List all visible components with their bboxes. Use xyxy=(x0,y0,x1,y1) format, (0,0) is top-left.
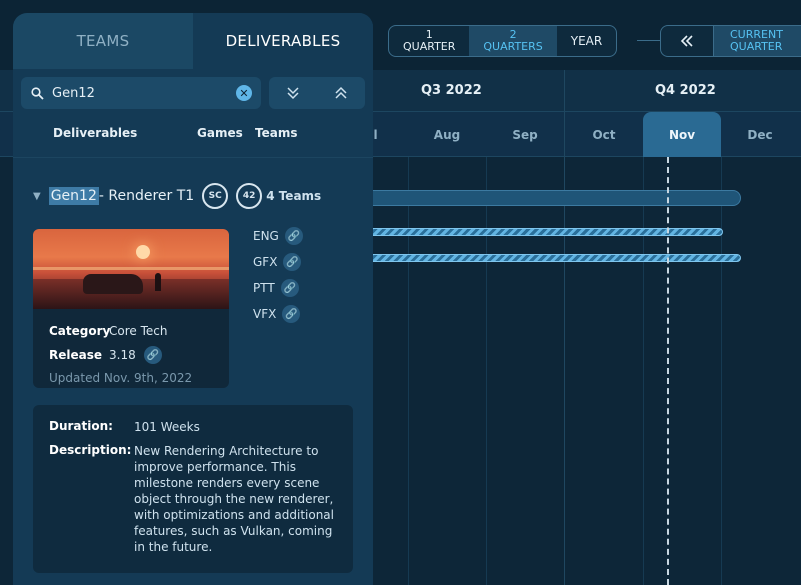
category-value: Core Tech xyxy=(109,324,168,338)
team-link-icon[interactable]: 🔗 xyxy=(280,279,299,297)
time-scale-selector: 1 QUARTER 2 QUARTERS YEAR xyxy=(388,25,618,57)
release-value: 3.18 xyxy=(109,348,136,362)
team-list: ENG 🔗 GFX 🔗 PTT 🔗 VFX 🔗 xyxy=(253,223,303,327)
double-chevron-left-icon xyxy=(680,35,693,47)
month-divider xyxy=(486,157,487,585)
expand-all-button[interactable] xyxy=(269,77,317,109)
month-divider xyxy=(643,157,644,585)
column-header-games[interactable]: Games xyxy=(197,126,243,140)
star-citizen-logo-icon: SC xyxy=(202,183,229,209)
deliverable-title-highlight: Gen12 xyxy=(48,187,99,205)
collapse-all-button[interactable] xyxy=(317,77,365,109)
search-icon xyxy=(31,86,44,100)
team-link-icon[interactable]: 🔗 xyxy=(283,253,302,271)
scale-year-label: YEAR xyxy=(570,34,603,48)
release-label: Release xyxy=(49,348,103,362)
team-bar-gfx[interactable] xyxy=(360,254,741,262)
search-input[interactable]: Gen12 ✕ xyxy=(21,77,261,109)
team-item-ptt: PTT 🔗 xyxy=(253,275,303,301)
scale-year-button[interactable]: YEAR xyxy=(557,26,616,56)
expand-collapse-controls xyxy=(269,77,365,109)
previous-period-button[interactable] xyxy=(661,26,714,56)
scale-2-quarters-button[interactable]: 2 QUARTERS xyxy=(469,26,557,56)
duration-value: 101 Weeks xyxy=(134,420,200,434)
tab-deliverables[interactable]: DELIVERABLES xyxy=(193,13,373,69)
deliverable-image xyxy=(33,229,229,309)
search-value: Gen12 xyxy=(52,85,95,101)
scale-1-quarter-label: QUARTER xyxy=(403,40,456,53)
category-label: Category xyxy=(49,324,111,338)
category-row: Category Core Tech xyxy=(49,319,213,343)
month-dec: Dec xyxy=(747,127,773,142)
deliverable-card: Category Core Tech Release 3.18 🔗 Update… xyxy=(33,229,229,388)
today-marker xyxy=(667,157,669,585)
divider xyxy=(13,157,373,158)
release-link-icon[interactable]: 🔗 xyxy=(143,346,162,364)
deliverable-title: - Renderer T1 xyxy=(98,188,195,204)
month-oct: Oct xyxy=(592,127,616,142)
team-item-vfx: VFX 🔗 xyxy=(253,301,303,327)
deliverables-panel: TEAMS DELIVERABLES Gen12 ✕ Deliverables … xyxy=(13,13,373,585)
team-label-gfx: GFX xyxy=(253,255,278,269)
teams-count: 4 Teams xyxy=(266,189,322,203)
description-row: Description: New Rendering Architecture … xyxy=(49,443,337,555)
squadron-42-logo-icon: 42 xyxy=(236,183,263,209)
month-divider xyxy=(408,157,409,585)
month-sep: Sep xyxy=(512,127,538,142)
clear-search-icon[interactable]: ✕ xyxy=(236,85,252,101)
description-label: Description: xyxy=(49,443,132,457)
team-label-eng: ENG xyxy=(253,229,279,243)
control-connector xyxy=(637,40,661,41)
team-link-icon[interactable]: 🔗 xyxy=(282,305,301,323)
deliverable-title-row[interactable]: ▼ Gen12 - Renderer T1 SC 42 4 Teams xyxy=(33,183,321,209)
scale-1-quarter-button[interactable]: 1 QUARTER xyxy=(389,26,469,56)
deliverable-details: Duration: 101 Weeks Description: New Ren… xyxy=(33,405,353,573)
quarter-label-q3: Q3 2022 xyxy=(421,83,482,98)
current-quarter-button[interactable]: CURRENT QUARTER xyxy=(714,26,801,56)
updated-date: Updated Nov. 9th, 2022 xyxy=(49,371,193,385)
team-link-icon[interactable]: 🔗 xyxy=(284,227,303,245)
column-header-deliverables[interactable]: Deliverables xyxy=(53,126,137,140)
duration-row: Duration: 101 Weeks xyxy=(49,419,337,435)
quarter-label-q4: Q4 2022 xyxy=(655,83,716,98)
caret-down-icon[interactable]: ▼ xyxy=(33,191,41,202)
team-item-gfx: GFX 🔗 xyxy=(253,249,303,275)
deliverable-bar[interactable] xyxy=(360,190,741,206)
team-label-vfx: VFX xyxy=(253,307,277,321)
tab-teams[interactable]: TEAMS xyxy=(13,13,193,69)
month-divider xyxy=(721,157,722,585)
team-label-ptt: PTT xyxy=(253,281,275,295)
column-header-teams[interactable]: Teams xyxy=(255,126,297,140)
month-aug: Aug xyxy=(433,127,461,142)
month-nov-current: Nov xyxy=(643,112,721,157)
double-chevron-up-icon xyxy=(335,86,347,99)
column-headers: Deliverables Games Teams xyxy=(13,113,373,153)
timeline-navigation: CURRENT QUARTER xyxy=(660,25,801,57)
scale-2-quarters-label: QUARTERS xyxy=(483,40,543,53)
search-row: Gen12 ✕ xyxy=(21,77,365,109)
double-chevron-down-icon xyxy=(287,87,299,100)
team-item-eng: ENG 🔗 xyxy=(253,223,303,249)
description-value: New Rendering Architecture to improve pe… xyxy=(134,444,334,554)
panel-tabs: TEAMS DELIVERABLES xyxy=(13,13,373,69)
duration-label: Duration: xyxy=(49,419,113,433)
release-row: Release 3.18 🔗 xyxy=(49,343,213,367)
current-quarter-line2: QUARTER xyxy=(730,40,783,53)
